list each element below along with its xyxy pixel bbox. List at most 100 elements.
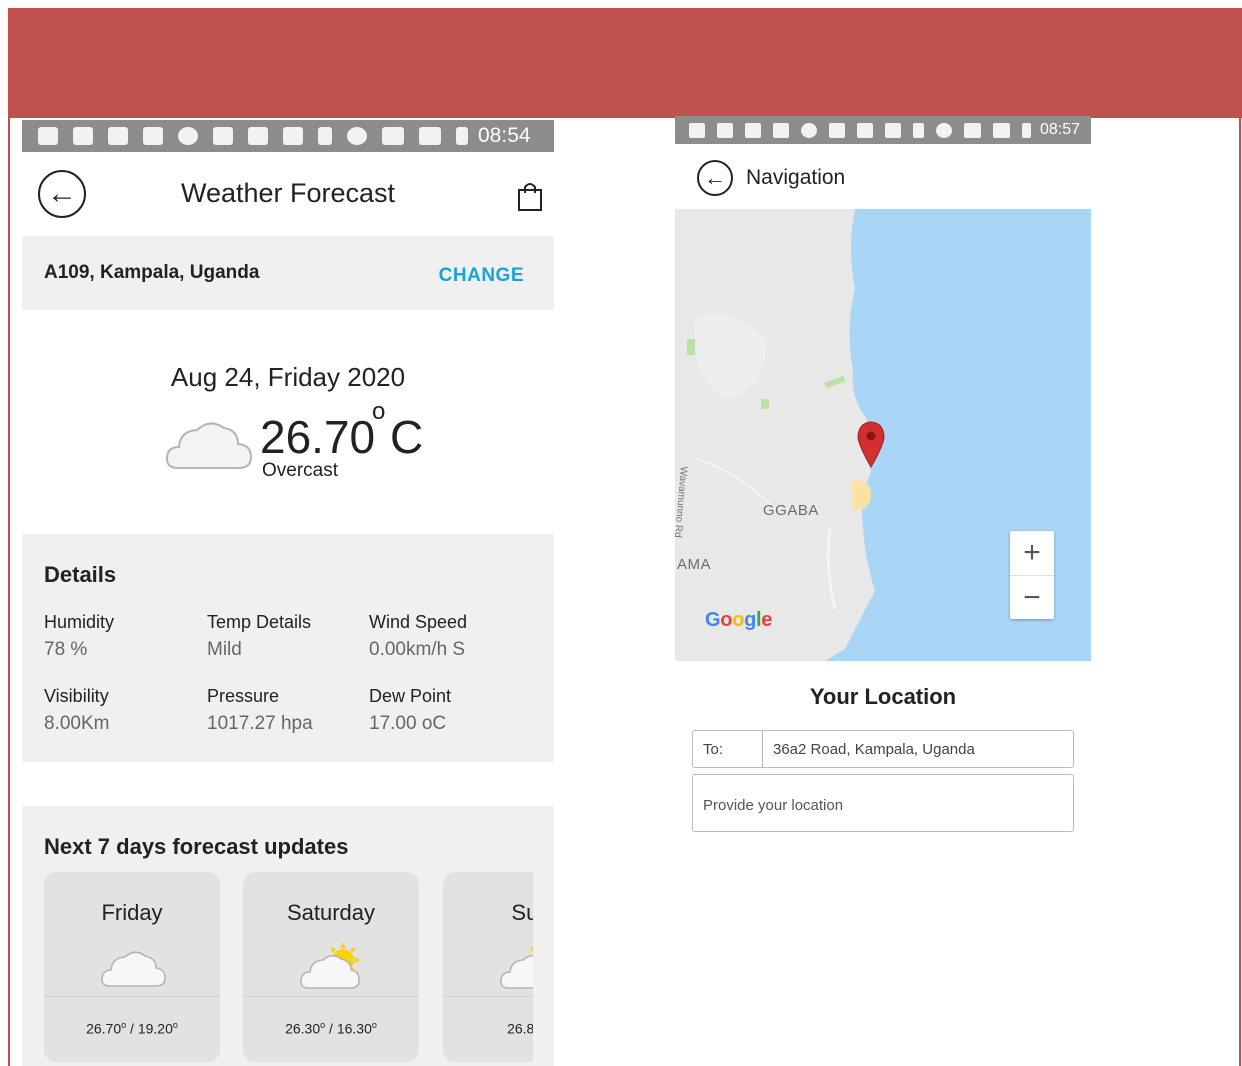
do-not-disturb-icon (347, 127, 367, 145)
notes-icon (689, 122, 705, 138)
detail-value: 78 % (44, 639, 88, 660)
notes-icon (38, 127, 58, 145)
forecast-title: Next 7 days forecast updates (44, 834, 349, 859)
current-weather: Aug 24, Friday 2020 26.70 o C Overcast (22, 310, 554, 534)
gmail-icon (143, 127, 163, 145)
map-area-label: AMA (677, 556, 712, 573)
detail-dew-point: Dew Point 17.00 oC (369, 686, 451, 735)
zoom-in-button[interactable]: + (1010, 531, 1054, 575)
detail-value: Mild (207, 639, 242, 660)
location-input-placeholder: Provide your location (703, 797, 844, 814)
google-logo: Google (705, 609, 773, 631)
detail-label: Wind Speed (369, 612, 468, 632)
your-location-input[interactable]: Provide your location (692, 774, 1074, 832)
battery-icon (1022, 122, 1031, 138)
app-bar: ← Weather Forecast (22, 152, 554, 236)
forecast-temps: 26.30o / 16.30o (285, 1020, 377, 1037)
detail-label: Visibility (44, 686, 109, 706)
laptop-icon (829, 122, 845, 138)
card-divider (443, 996, 533, 997)
partly-sunny-icon (300, 942, 361, 989)
partly-sunny-icon (500, 947, 533, 989)
do-not-disturb-icon (936, 122, 952, 138)
detail-humidity: Humidity 78 % (44, 612, 114, 661)
bell-icon (318, 127, 332, 145)
forecast-day: Saturday (286, 900, 376, 925)
details-title: Details (44, 562, 117, 587)
signal-4g-icon (419, 127, 441, 145)
forecast-card[interactable]: Sun 26.80o / (443, 872, 533, 1062)
gmail-icon (773, 122, 789, 138)
slide-header-banner (8, 8, 1242, 118)
forecast-temps: 26.70o / 19.20o (86, 1020, 178, 1037)
your-location-title: Your Location (809, 684, 957, 709)
signal-4g-icon (993, 122, 1010, 138)
back-arrow-icon[interactable]: ← (697, 160, 733, 196)
gmail-icon (745, 122, 761, 138)
location-strip: A109, Kampala, Uganda CHANGE (22, 236, 554, 310)
card-divider (44, 996, 220, 997)
detail-label: Humidity (44, 612, 115, 632)
map-zoom-controls: + − (1010, 531, 1054, 619)
detail-value: 17.00 oC (369, 713, 447, 734)
forecast-panel: Next 7 days forecast updates Friday 26.7… (22, 806, 554, 1066)
current-temperature: 26.70 (260, 411, 376, 463)
detail-wind-speed: Wind Speed 0.00km/h S (369, 612, 467, 661)
youtube-icon (885, 122, 901, 138)
detail-value: 8.00Km (44, 713, 110, 734)
youtube-icon (283, 127, 303, 145)
details-panel: Details Humidity 78 % Temp Details Mild … (22, 534, 554, 762)
forecast-high: 26.30 (285, 1020, 321, 1037)
forecast-day: Friday (101, 900, 163, 925)
destination-value[interactable]: 36a2 Road, Kampala, Uganda (773, 741, 975, 758)
zoom-out-button[interactable]: − (1010, 575, 1054, 619)
card-divider (243, 996, 419, 997)
forecast-date: Aug 24, Friday 2020 (170, 362, 406, 392)
forecast-low: 16.30 (336, 1020, 372, 1037)
forecast-high: 26.70 (86, 1020, 122, 1037)
forecast-low: 19.20 (137, 1020, 173, 1037)
bell-icon (913, 122, 924, 138)
gmail-icon (717, 122, 733, 138)
change-location-button[interactable]: CHANGE (439, 265, 524, 287)
location-text: A109, Kampala, Uganda (44, 262, 260, 283)
gmail-icon (73, 127, 93, 145)
status-bar: 08:57 (675, 116, 1091, 144)
weather-condition: Overcast (262, 460, 339, 481)
forecast-temps: 26.80o / (443, 1020, 533, 1037)
laptop-icon (213, 127, 233, 145)
shopping-bag-icon[interactable] (516, 180, 544, 212)
detail-value: 0.00km/h S (369, 639, 466, 660)
status-time: 08:57 (1040, 121, 1081, 138)
forecast-card[interactable]: Friday 26.70o / 19.20o (44, 872, 220, 1062)
wifi-icon (382, 127, 404, 145)
whatsapp-icon (178, 127, 198, 145)
page-title: Navigation (746, 166, 846, 189)
gmail-icon (108, 127, 128, 145)
battery-icon (456, 127, 468, 145)
detail-label: Dew Point (369, 686, 452, 706)
whatsapp-icon (801, 122, 817, 138)
destination-field[interactable]: To: 36a2 Road, Kampala, Uganda (692, 730, 1074, 768)
forecast-card[interactable]: Saturday 26.30o / 16.30o (243, 872, 419, 1062)
to-label: To: (703, 741, 724, 758)
forecast-day: Sun (511, 900, 533, 925)
location-pin-icon[interactable] (856, 420, 886, 468)
detail-pressure: Pressure 1017.27 hpa (207, 686, 313, 735)
map-view[interactable]: GGABA AMA Wavamunno Rd Google + − (675, 209, 1091, 661)
field-divider (762, 731, 763, 767)
map-area-label: GGABA (763, 502, 819, 519)
youtube-icon (248, 127, 268, 145)
cloud-icon (165, 422, 253, 469)
wifi-icon (964, 122, 981, 138)
detail-value: 1017.27 hpa (207, 713, 313, 734)
degree-symbol: o (372, 398, 386, 425)
page-title: Weather Forecast (180, 178, 396, 208)
detail-label: Pressure (207, 686, 280, 706)
forecast-high: 26.80 (507, 1020, 533, 1037)
forecast-carousel[interactable]: Friday 26.70o / 19.20o Saturday 26.30o /… (44, 872, 533, 1066)
youtube-icon (857, 122, 873, 138)
detail-label: Temp Details (207, 612, 312, 632)
status-bar: 08:54 (22, 120, 554, 152)
detail-temp-details: Temp Details Mild (207, 612, 311, 661)
